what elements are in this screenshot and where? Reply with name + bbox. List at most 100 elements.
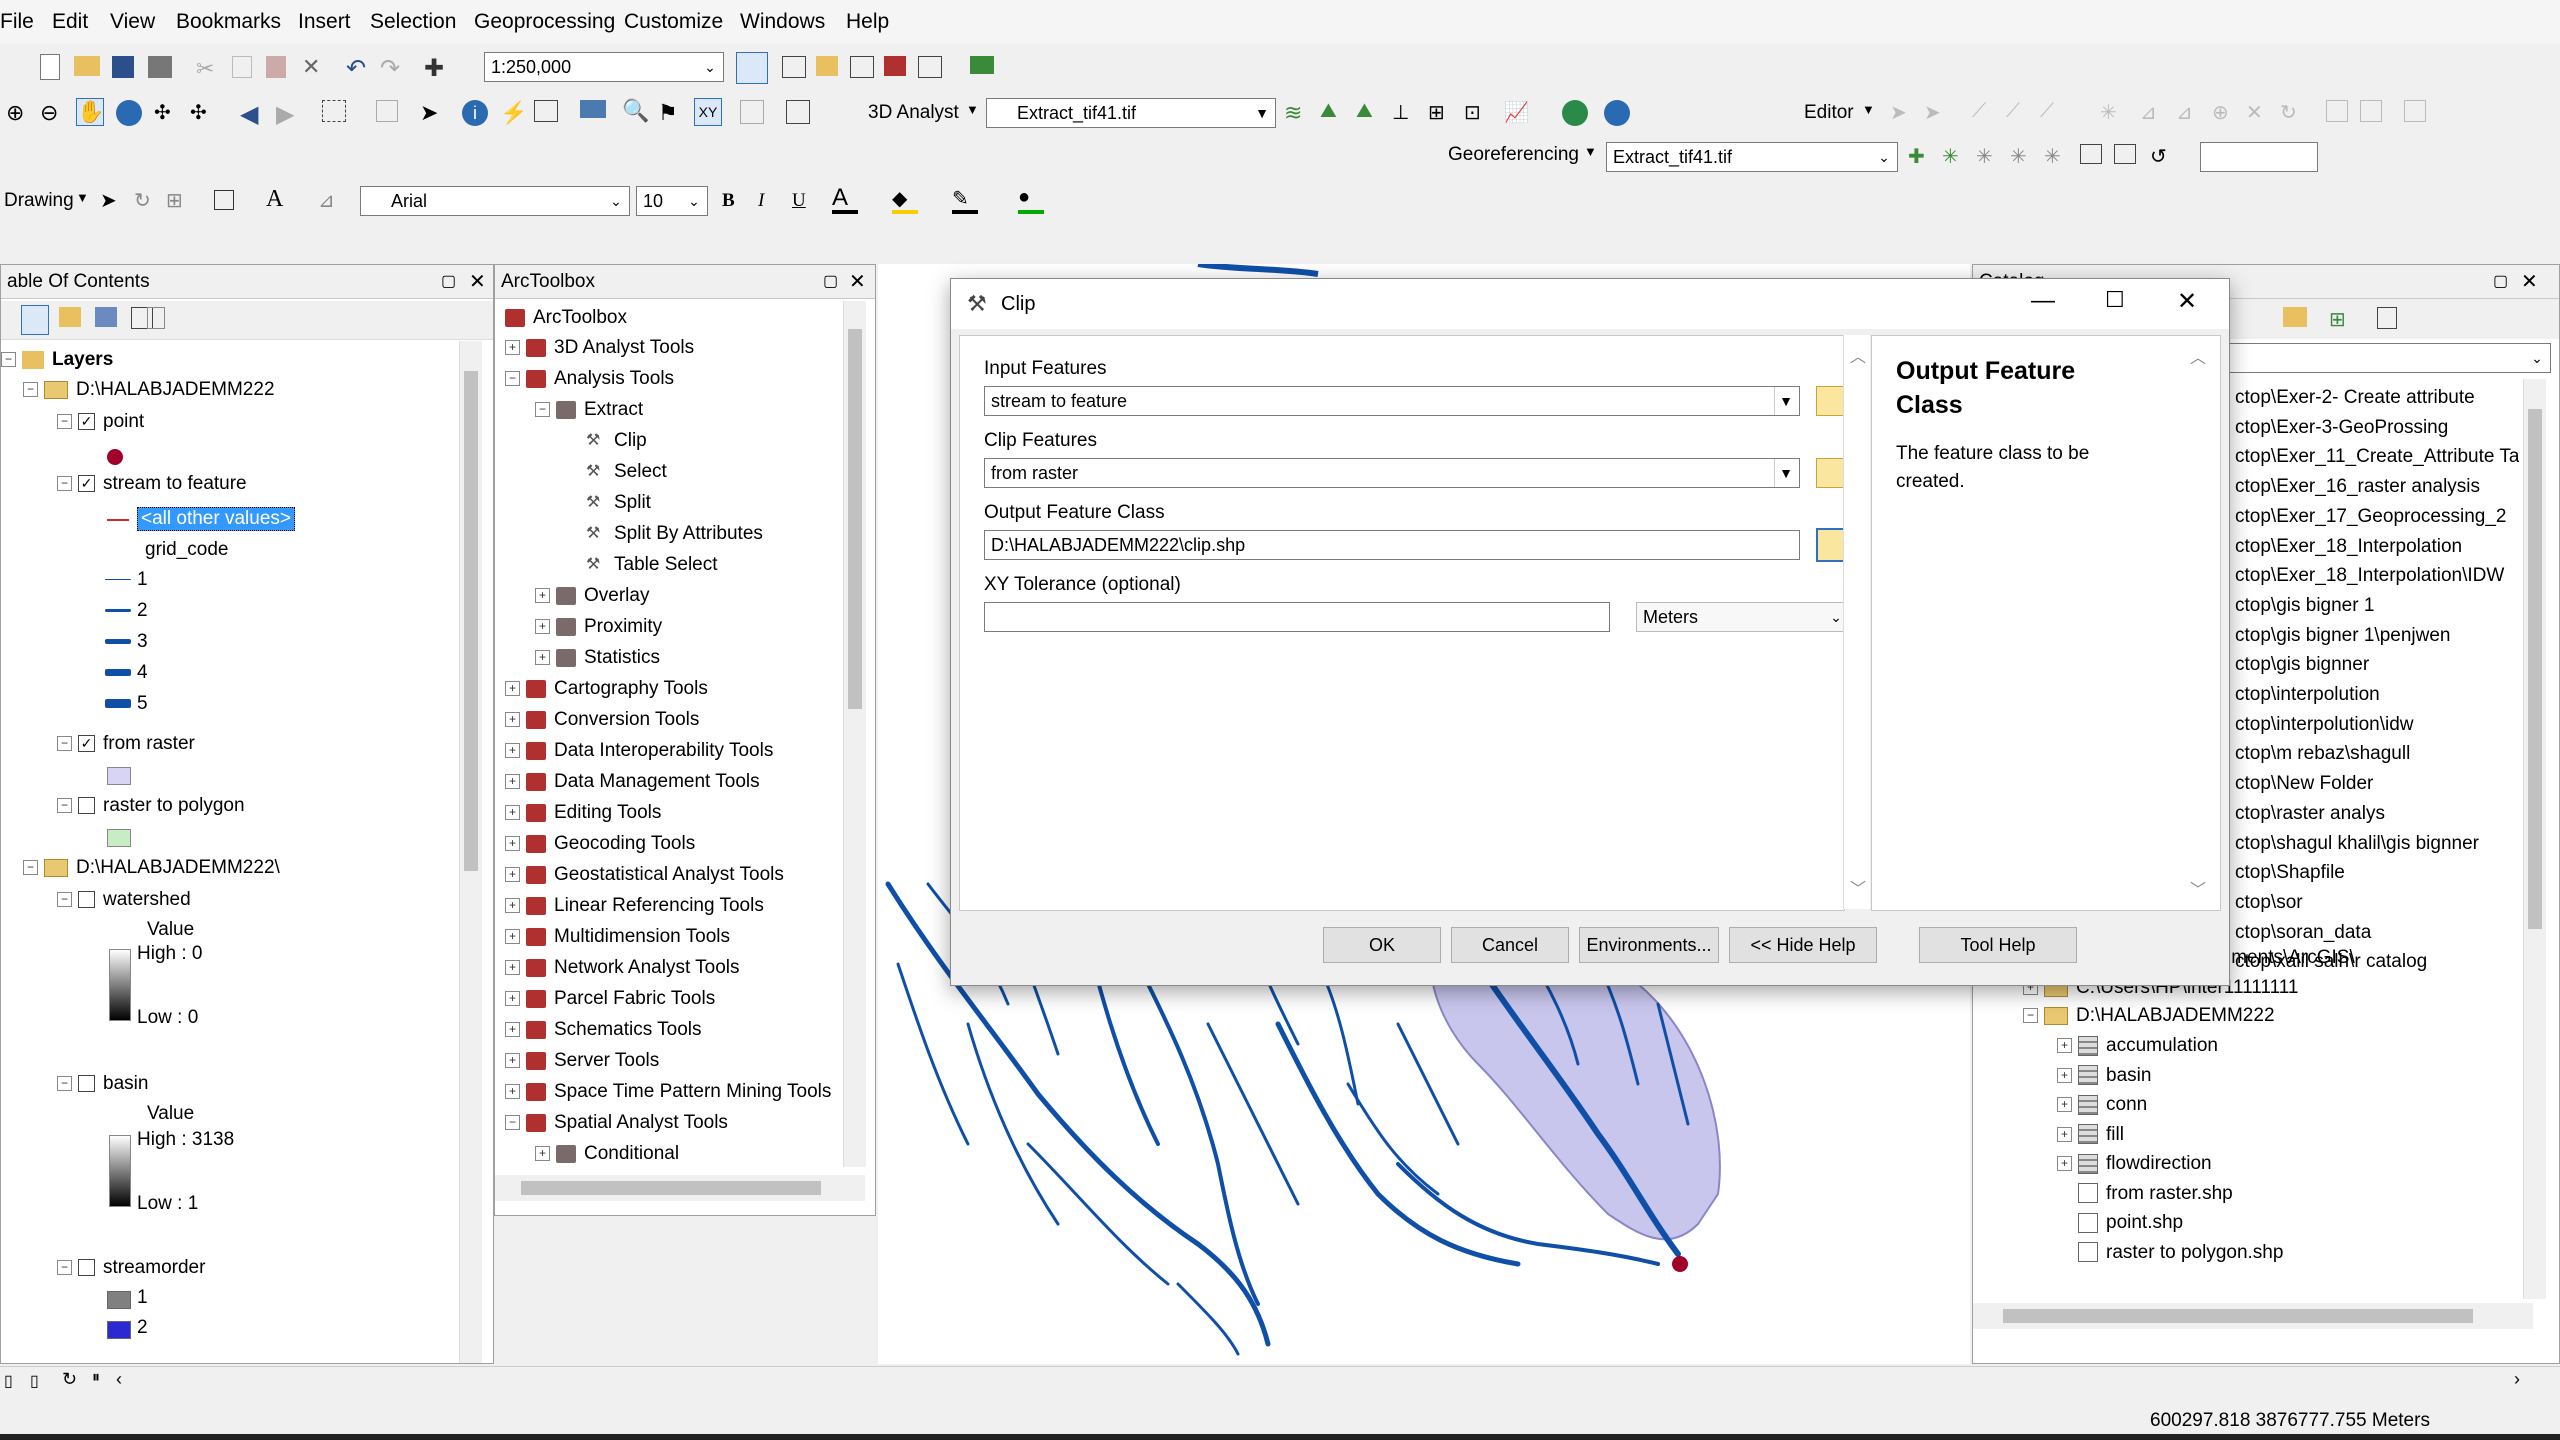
italic-button[interactable]: I	[758, 190, 764, 212]
connect-folder-icon[interactable]	[2283, 307, 2307, 327]
collapse-icon[interactable]: −	[23, 382, 38, 398]
catalog-folder-connection[interactable]: ctop\gis bignner	[2235, 654, 2369, 676]
units-select[interactable]: Meters ⌄	[1636, 602, 1850, 632]
toolbox-item[interactable]: − Analysis Tools	[505, 368, 674, 390]
toolbox-item[interactable]: + Space Time Pattern Mining Tools	[505, 1081, 831, 1103]
toggle-contents-icon[interactable]: ⊞	[2329, 307, 2355, 333]
rectangle-icon[interactable]	[214, 190, 234, 210]
open-icon[interactable]	[74, 56, 100, 76]
arctoolbox-vscrollbar[interactable]	[843, 301, 866, 1167]
clear-selection-icon[interactable]	[376, 100, 398, 122]
visibility-checkbox[interactable]: ✓	[78, 735, 95, 753]
catalog-folder-connection[interactable]: ctop\Exer_18_Interpolation\IDW	[2235, 565, 2504, 587]
chevron-up-icon[interactable]: ︿	[2190, 344, 2206, 368]
toolbox-item[interactable]: + Conditional	[535, 1143, 679, 1165]
toolbox-item[interactable]: + Data Management Tools	[505, 771, 760, 793]
expand-icon[interactable]: +	[505, 867, 520, 883]
menu-geoprocessing[interactable]: Geoprocessing	[474, 10, 615, 34]
full-extent-icon[interactable]	[116, 100, 142, 126]
expand-icon[interactable]: +	[535, 588, 550, 604]
layer-watershed[interactable]: − watershed	[57, 889, 191, 911]
chevron-down-icon[interactable]: ﹀	[2190, 876, 2206, 900]
chevron-down-icon[interactable]: ▼	[1862, 102, 1875, 117]
time-slider-icon[interactable]	[740, 100, 764, 124]
fixed-zoom-in-icon[interactable]: ✣	[154, 100, 180, 126]
toolbox-item[interactable]: + Statistics	[535, 647, 660, 669]
environments-button[interactable]: Environments...	[1579, 927, 1719, 963]
catalog-folder-connection[interactable]: ctop\interpolution\idw	[2235, 714, 2414, 736]
expand-icon[interactable]: +	[505, 929, 520, 945]
zoom-to-selected-icon[interactable]: ⊞	[166, 188, 192, 214]
toolbox-item[interactable]: ⚒ Table Select	[565, 554, 718, 576]
collapse-icon[interactable]: −	[57, 476, 72, 492]
select-elements-icon[interactable]: ➤	[100, 188, 126, 214]
add-control-points-icon[interactable]: ✚	[1908, 144, 1934, 170]
chevron-down-icon[interactable]: ▼	[966, 102, 979, 117]
rotation-input[interactable]	[2200, 142, 2318, 172]
collapse-icon[interactable]: −	[57, 892, 72, 908]
collapse-icon[interactable]: −	[57, 1260, 72, 1276]
input-features-combo[interactable]: stream to feature ▼	[984, 386, 1800, 416]
scale-raster-icon[interactable]: ✳	[2044, 144, 2070, 170]
expand-icon[interactable]: +	[535, 650, 550, 666]
layer-stream-to-feature[interactable]: − ✓ stream to feature	[57, 473, 247, 495]
arctoolbox-root[interactable]: ArcToolbox	[505, 307, 627, 329]
steepest-path-icon[interactable]: ⛰	[1320, 100, 1346, 126]
georeferencing-label[interactable]: Georeferencing	[1448, 144, 1579, 166]
shift-raster-icon[interactable]: ✳	[2010, 144, 2036, 170]
html-popup-icon[interactable]	[534, 100, 558, 122]
visibility-checkbox[interactable]	[78, 1259, 95, 1277]
toolbox-item[interactable]: + Server Tools	[505, 1050, 659, 1072]
auto-registration-icon[interactable]: ✳	[1942, 144, 1968, 170]
options-icon[interactable]	[147, 307, 165, 329]
scroll-thumb[interactable]	[848, 329, 862, 709]
close-icon[interactable]: ✕	[849, 269, 866, 294]
catalog-folder-connection[interactable]: ctop\Shapfile	[2235, 862, 2345, 884]
expand-icon[interactable]: +	[505, 1053, 520, 1069]
toolbox-item[interactable]: + Schematics Tools	[505, 1019, 702, 1041]
cut-icon[interactable]: ✂	[196, 56, 222, 82]
toolbox-item[interactable]: − Extract	[535, 399, 643, 421]
expand-icon[interactable]: +	[505, 340, 520, 356]
visibility-checkbox[interactable]	[78, 797, 95, 815]
font-name-combo[interactable]: Arial ⌄	[360, 186, 630, 216]
expand-icon[interactable]: +	[2057, 1038, 2072, 1054]
save-icon[interactable]	[112, 56, 134, 78]
layer-point[interactable]: − ✓ point	[57, 411, 144, 433]
back-extent-icon[interactable]: ◀	[240, 100, 266, 128]
collapse-icon[interactable]: −	[505, 371, 520, 387]
collapse-icon[interactable]: −	[2023, 1008, 2038, 1024]
toolbox-item[interactable]: ⚒ Split	[565, 492, 651, 514]
new-text-icon[interactable]: ⊿	[318, 188, 344, 214]
layout-view-icon[interactable]: ▯	[30, 1371, 39, 1391]
toolbox-item[interactable]: + Editing Tools	[505, 802, 661, 824]
close-icon[interactable]: ✕	[2521, 269, 2538, 294]
toolbox-item[interactable]: + Overlay	[535, 585, 649, 607]
collapse-icon[interactable]: −	[57, 798, 72, 814]
toolbox-item[interactable]: + Parcel Fabric Tools	[505, 988, 715, 1010]
collapse-icon[interactable]: −	[57, 736, 72, 752]
select-features-icon[interactable]	[322, 100, 346, 122]
cancel-button[interactable]: Cancel	[1451, 927, 1569, 963]
catalog-dataset[interactable]: +from raster.shp	[2057, 1183, 2233, 1205]
layer-from-raster[interactable]: − ✓ from raster	[57, 733, 195, 755]
layer-streamorder[interactable]: − streamorder	[57, 1257, 205, 1279]
toolbox-item[interactable]: ⚒ Select	[565, 461, 667, 483]
maximize-icon[interactable]: ☐	[2105, 287, 2125, 313]
catalog-dataset[interactable]: + basin	[2057, 1065, 2151, 1087]
collapse-icon[interactable]: −	[23, 860, 38, 876]
editor-label[interactable]: Editor	[1804, 102, 1854, 124]
contour-icon[interactable]: ≋	[1284, 100, 1310, 126]
collapse-icon[interactable]: −	[505, 1115, 520, 1131]
catalog-folder-connection[interactable]: ctop\raster analys	[2235, 803, 2385, 825]
output-feature-class-input[interactable]: D:\HALABJADEMM222\clip.shp	[984, 530, 1800, 560]
line-of-sight-icon[interactable]: ⛰	[1356, 100, 1382, 126]
catalog-dataset[interactable]: +point.shp	[2057, 1212, 2183, 1234]
data-view-icon[interactable]: ▯	[4, 1371, 13, 1391]
expand-icon[interactable]: +	[2057, 1067, 2072, 1083]
arcscene-icon[interactable]	[1562, 100, 1588, 126]
toc-scrollbar[interactable]	[459, 341, 482, 1363]
menu-file[interactable]: File	[0, 10, 34, 34]
catalog-options-icon[interactable]	[2377, 307, 2397, 329]
catalog-dataset[interactable]: + flowdirection	[2057, 1153, 2212, 1175]
